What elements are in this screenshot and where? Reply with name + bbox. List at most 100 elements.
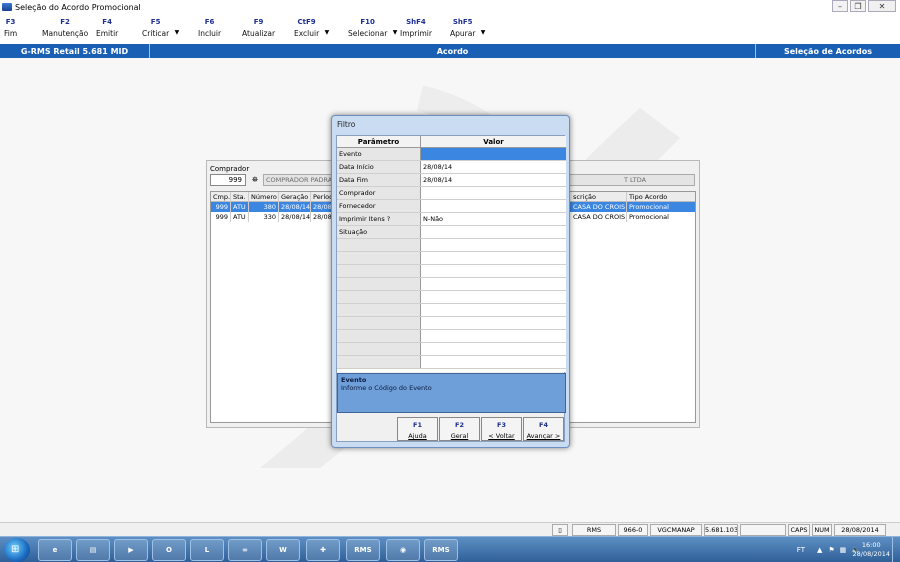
filter-empty-row[interactable] (337, 356, 566, 369)
grid-cell-geracao: 28/08/14 (281, 212, 311, 222)
clock-date: 28/08/2014 (852, 550, 890, 558)
filter-value-input[interactable] (421, 239, 566, 251)
minimize-button[interactable]: – (832, 0, 848, 12)
file-explorer-icon[interactable]: ▤ (76, 539, 110, 561)
binoculars-search-icon[interactable]: ⛯ (249, 174, 261, 186)
filter-row[interactable]: Fornecedor (337, 200, 566, 213)
filter-button-f1[interactable]: F1 Ajuda (397, 417, 438, 441)
toolbar-button-imprimir[interactable]: ShF4 Imprimir (398, 18, 434, 38)
grid-cell-geracao: 28/08/14 (281, 202, 311, 212)
filter-row[interactable]: Data Início 28/08/14 (337, 161, 566, 174)
filter-value-input[interactable] (421, 356, 566, 368)
title-bar: Seleção do Acordo Promocional – ❐ ✕ (0, 0, 900, 14)
grid-column-header[interactable]: scrição (571, 192, 627, 202)
toolbar-button-incluir[interactable]: F6 Incluir (196, 18, 223, 38)
button-key: F1 (413, 421, 422, 429)
toolbar-button-selecionar[interactable]: F10 Selecionar ▼ (346, 18, 397, 38)
filter-value-input[interactable] (421, 187, 566, 199)
filter-dialog-title: Filtro (337, 120, 356, 129)
grid-column-header[interactable]: Tipo Acordo (627, 192, 695, 202)
toolbar-button-fim[interactable]: F3 Fim (2, 18, 19, 38)
start-button[interactable]: ⊞ (4, 538, 30, 562)
restore-button[interactable]: ❐ (850, 0, 866, 12)
buyer-code-input[interactable]: 999 (210, 174, 246, 186)
filter-button-f2[interactable]: F2 Geral (439, 417, 480, 441)
filter-row[interactable]: Data Fim 28/08/14 (337, 174, 566, 187)
action-center-icon[interactable]: ⚑ (828, 546, 834, 554)
filter-value-input[interactable]: 28/08/14 (421, 161, 566, 173)
toolbar-button-manuten-o[interactable]: F2 Manutenção (40, 18, 90, 38)
meeting-app-icon[interactable]: ∞ (228, 539, 262, 561)
clock-time: 16:00 (861, 541, 881, 549)
toolbar-label: Criticar (142, 29, 170, 38)
filter-value-input[interactable] (421, 148, 566, 160)
dropdown-arrow-icon[interactable]: ▼ (175, 29, 180, 36)
filter-empty-row[interactable] (337, 265, 566, 278)
filter-value-input[interactable] (421, 343, 566, 355)
filter-value-input[interactable] (421, 200, 566, 212)
network-app-icon[interactable]: ◉ (386, 539, 420, 561)
filter-value-input[interactable] (421, 291, 566, 303)
tray-arrow-icon[interactable]: ▲ (817, 546, 822, 554)
rms-taskbar-button-1[interactable]: RMS (346, 539, 380, 561)
dropdown-arrow-icon[interactable]: ▼ (325, 29, 330, 36)
filter-row[interactable]: Evento (337, 148, 566, 161)
grid-column-header[interactable]: Cmp. (211, 192, 231, 202)
filter-value-input[interactable]: 28/08/14 (421, 174, 566, 186)
filter-value-input[interactable] (421, 252, 566, 264)
toolbar-button-excluir[interactable]: CtF9 Excluir ▼ (292, 18, 329, 38)
close-button[interactable]: ✕ (868, 0, 896, 12)
grid-column-header[interactable]: Sta. (231, 192, 249, 202)
filter-value-input[interactable] (421, 317, 566, 329)
dropdown-arrow-icon[interactable]: ▼ (393, 29, 398, 36)
rms-taskbar-button-2[interactable]: RMS (424, 539, 458, 561)
filter-value-input[interactable] (421, 226, 566, 238)
outlook-icon[interactable]: O (152, 539, 186, 561)
document-icon: ▯ (552, 524, 568, 536)
health-app-icon[interactable]: ✚ (306, 539, 340, 561)
filter-empty-row[interactable] (337, 330, 566, 343)
status-version: 5.681.1030 (704, 524, 738, 536)
app-name: G-RMS Retail 5.681 MID (0, 44, 150, 58)
filter-value-input[interactable] (421, 278, 566, 290)
toolbar-button-criticar[interactable]: F5 Criticar ▼ (140, 18, 179, 38)
system-tray: FT ▲ ⚑ ▦ 🔈 (797, 537, 860, 562)
clock[interactable]: 16:00 28/08/2014 (853, 541, 890, 559)
toolbar-key: F9 (253, 18, 264, 26)
network-icon[interactable]: ▦ (840, 546, 847, 554)
toolbar-button-atualizar[interactable]: F9 Atualizar (240, 18, 277, 38)
filter-value-input[interactable] (421, 304, 566, 316)
filter-empty-row[interactable] (337, 304, 566, 317)
filter-row[interactable]: Situação (337, 226, 566, 239)
toolbar-label: Manutenção (42, 29, 89, 38)
filter-button-f3[interactable]: F3 < Voltar (481, 417, 522, 441)
filter-empty-row[interactable] (337, 317, 566, 330)
grid-column-header[interactable]: Número (249, 192, 279, 202)
taskbar: ⊞ e ▤ ▶ O L ∞ W ✚ RMS ◉ RMS FT ▲ ⚑ ▦ 🔈 1… (0, 536, 900, 562)
button-label: Avançar > (526, 432, 561, 440)
show-desktop-button[interactable] (892, 537, 900, 562)
word-icon[interactable]: W (266, 539, 300, 561)
toolbar-button-apurar[interactable]: ShF5 Apurar ▼ (448, 18, 485, 38)
filter-empty-row[interactable] (337, 278, 566, 291)
grid-column-header[interactable]: Geração (279, 192, 311, 202)
dropdown-arrow-icon[interactable]: ▼ (481, 29, 486, 36)
filter-empty-row[interactable] (337, 343, 566, 356)
filter-param: Data Início (337, 161, 421, 173)
language-indicator[interactable]: FT (797, 546, 805, 554)
filter-empty-row[interactable] (337, 252, 566, 265)
toolbar-button-emitir[interactable]: F4 Emitir (94, 18, 120, 38)
filter-row[interactable]: Imprimir Itens ? N-Não (337, 213, 566, 226)
media-player-icon[interactable]: ▶ (114, 539, 148, 561)
internet-explorer-icon[interactable]: e (38, 539, 72, 561)
filter-value-input[interactable]: N-Não (421, 213, 566, 225)
filter-value-input[interactable] (421, 265, 566, 277)
toolbar-label: Incluir (198, 29, 222, 38)
filter-empty-row[interactable] (337, 239, 566, 252)
filter-button-f4[interactable]: F4 Avançar > (523, 417, 564, 441)
filter-row[interactable]: Comprador (337, 187, 566, 200)
button-key: F2 (455, 421, 464, 429)
filter-value-input[interactable] (421, 330, 566, 342)
filter-empty-row[interactable] (337, 291, 566, 304)
lync-icon[interactable]: L (190, 539, 224, 561)
